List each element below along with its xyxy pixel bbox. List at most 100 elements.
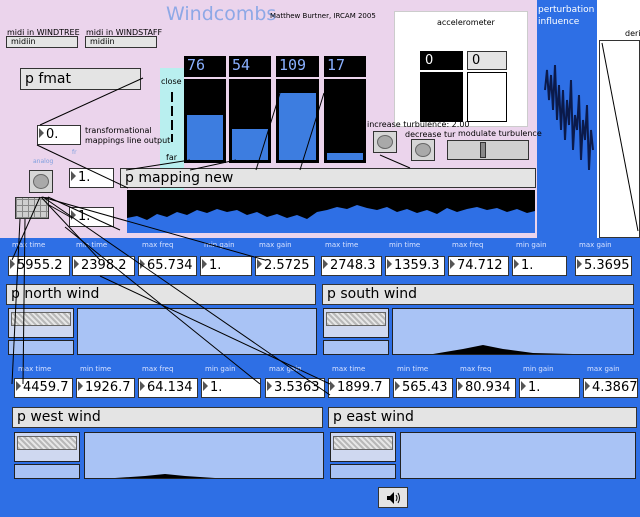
analog-label: analog <box>33 158 54 165</box>
bottom-params-number[interactable]: 4459.7 <box>14 378 73 398</box>
bottom-params-number[interactable]: 64.134 <box>138 378 198 398</box>
west-wind-meter <box>14 464 80 479</box>
top-params-number[interactable]: 2.5725 <box>255 256 315 276</box>
bottom-params-label: max gain <box>269 365 302 373</box>
accelerometer-x-meter <box>420 72 463 122</box>
bottom-params-number[interactable]: 1926.7 <box>76 378 135 398</box>
bottom-params-label: max freq <box>142 365 174 373</box>
top-params-label: min gain <box>516 241 547 249</box>
mapping-bang[interactable] <box>29 170 53 193</box>
mapping-waveform <box>127 190 535 233</box>
bottom-params-label: max time <box>332 365 366 373</box>
derivative-label: deri <box>625 29 640 38</box>
slider-1-value: 76 <box>184 56 226 77</box>
top-params-number[interactable]: 1. <box>200 256 252 276</box>
far-label: far <box>166 153 178 162</box>
top-params-label: min gain <box>204 241 235 249</box>
top-params-number[interactable]: 1359.3 <box>385 256 445 276</box>
bottom-params-number[interactable]: 80.934 <box>456 378 516 398</box>
mapping-new-object[interactable]: p mapping new <box>120 168 536 188</box>
slider-2[interactable] <box>229 79 271 163</box>
range-track <box>171 92 173 142</box>
modulate-turbulence-label: modulate turbulence <box>458 129 542 138</box>
east-wind-gain[interactable] <box>330 432 396 462</box>
slider-4-value: 17 <box>324 56 366 77</box>
east-wind-scope <box>400 432 636 479</box>
bottom-params-label: max gain <box>587 365 620 373</box>
top-params-label: max time <box>12 241 46 249</box>
fmat-object[interactable]: p fmat <box>20 68 141 90</box>
top-params-label: min time <box>76 241 108 249</box>
speaker-button[interactable] <box>378 487 408 508</box>
accelerometer-y-meter <box>467 72 507 122</box>
bottom-params-number[interactable]: 1899.7 <box>328 378 390 398</box>
top-params-number[interactable]: 2748.3 <box>321 256 382 276</box>
midi-windtree-object[interactable]: midiin <box>6 36 78 48</box>
top-params-number[interactable]: 74.712 <box>448 256 509 276</box>
bottom-params-label: min gain <box>523 365 554 373</box>
east-wind-object[interactable]: p east wind <box>328 407 637 428</box>
bottom-params-label: max time <box>18 365 52 373</box>
perturbation-label-2: influence <box>538 17 580 27</box>
transform-output-number[interactable]: 0. <box>37 125 81 145</box>
bottom-params-label: min time <box>397 365 429 373</box>
credit-text: Matthew Burtner, IRCAM 2005 <box>270 12 376 20</box>
slider-3-value: 109 <box>276 56 319 77</box>
bottom-params-number[interactable]: 1. <box>519 378 580 398</box>
top-params-label: min time <box>389 241 421 249</box>
speaker-icon <box>387 492 400 504</box>
slider-2-fill <box>232 128 268 160</box>
increase-turbulence-button[interactable] <box>373 131 397 153</box>
slider-4[interactable] <box>324 79 366 163</box>
fr-label: fr <box>72 149 77 156</box>
close-label: close <box>161 77 182 86</box>
page-title: Windcombs <box>166 3 277 25</box>
perturbation-label-1: perturbation <box>538 5 595 15</box>
matrix-grid[interactable] <box>15 197 49 219</box>
top-params-label: max gain <box>579 241 612 249</box>
west-wind-gain[interactable] <box>14 432 80 462</box>
accelerometer-x-number[interactable]: 0 <box>420 51 463 70</box>
bottom-params-number[interactable]: 1. <box>201 378 261 398</box>
transform-label-1: transformational <box>85 126 152 135</box>
derivative-curve <box>601 42 639 232</box>
south-wind-meter <box>323 340 389 355</box>
accelerometer-label: accelerometer <box>437 18 495 27</box>
increase-turbulence-label: increase turbulence: 2.00 <box>367 120 470 129</box>
south-wind-gain[interactable] <box>323 308 389 338</box>
bottom-params-number[interactable]: 565.43 <box>393 378 453 398</box>
north-wind-scope <box>77 308 317 355</box>
accelerometer-y-number[interactable]: 0 <box>467 51 507 70</box>
modulate-turbulence-thumb[interactable] <box>480 142 486 158</box>
top-params-label: max freq <box>142 241 174 249</box>
top-params-label: max time <box>325 241 359 249</box>
north-wind-gain[interactable] <box>8 308 74 338</box>
top-params-number[interactable]: 5.3695 <box>575 256 632 276</box>
bottom-params-number[interactable]: 3.5363 <box>265 378 325 398</box>
bottom-params-label: min gain <box>205 365 236 373</box>
decrease-turbulence-button[interactable] <box>411 139 435 161</box>
bottom-params-label: max freq <box>460 365 492 373</box>
north-wind-object[interactable]: p north wind <box>6 284 316 305</box>
mapping-number-2[interactable]: 1. <box>69 207 114 227</box>
top-params-label: max gain <box>259 241 292 249</box>
top-params-number[interactable]: 65.734 <box>138 256 197 276</box>
transform-label-2: mappings line output <box>85 136 171 145</box>
top-params-label: max freq <box>452 241 484 249</box>
west-wind-object[interactable]: p west wind <box>12 407 323 428</box>
slider-1-fill <box>187 114 223 160</box>
bottom-params-number[interactable]: 4.3867 <box>583 378 638 398</box>
modulate-turbulence-slider[interactable] <box>447 140 529 160</box>
west-wind-scope <box>84 432 324 479</box>
top-params-number[interactable]: 1. <box>512 256 567 276</box>
perturbation-meter <box>543 30 595 236</box>
mapping-number-1[interactable]: 1. <box>69 168 114 188</box>
slider-3-fill <box>279 93 316 160</box>
slider-2-value: 54 <box>229 56 271 77</box>
slider-3[interactable] <box>276 79 319 163</box>
south-wind-object[interactable]: p south wind <box>322 284 634 305</box>
top-params-number[interactable]: 2398.2 <box>72 256 135 276</box>
midi-windstaff-object[interactable]: midiin <box>85 36 157 48</box>
slider-1[interactable] <box>184 79 226 163</box>
top-params-number[interactable]: 5955.2 <box>8 256 70 276</box>
